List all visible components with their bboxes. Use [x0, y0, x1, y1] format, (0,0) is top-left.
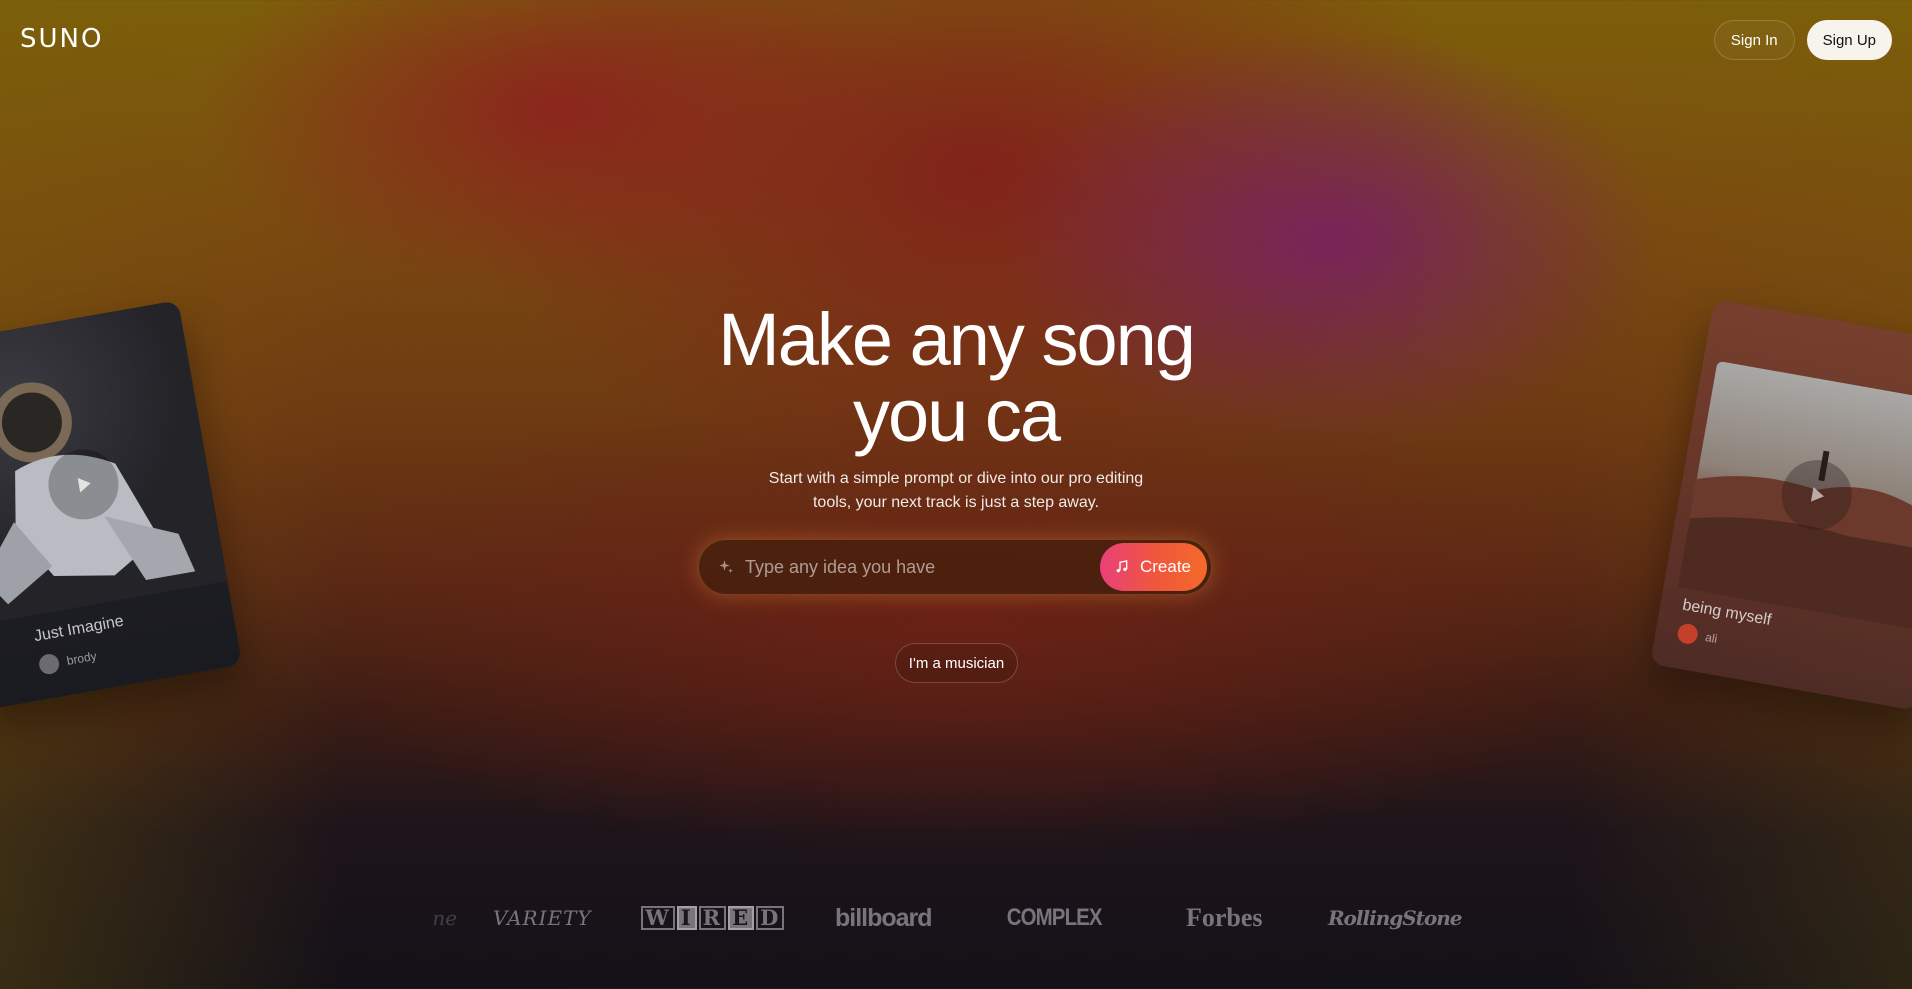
song-author: ali	[1676, 622, 1719, 649]
avatar	[1676, 622, 1700, 646]
wired-letter: W	[641, 906, 675, 930]
musician-button[interactable]: I'm a musician	[895, 643, 1018, 683]
press-logo-rollingstone: RollingStone	[1327, 906, 1463, 930]
press-logo-partial: ne	[432, 906, 458, 930]
hero-subtitle: Start with a simple prompt or dive into …	[768, 470, 1144, 511]
music-note-icon	[1116, 560, 1128, 573]
sign-up-button[interactable]: Sign Up	[1806, 20, 1892, 60]
author-name: ali	[1704, 630, 1719, 646]
wired-letter: I	[676, 906, 697, 930]
headline-line-1: Make any song	[718, 298, 1196, 381]
press-logos: ne VARIETY WIRED billboard COMPLEX Forbe…	[380, 898, 1480, 938]
press-logo-forbes: Forbes	[1185, 903, 1263, 932]
auth-buttons: Sign In Sign Up	[1713, 20, 1892, 60]
headline-line-2: you ca	[852, 374, 1061, 457]
sparkle-icon	[719, 560, 733, 573]
press-logo-wired: WIRED	[628, 898, 798, 938]
song-title: Just Imagine	[32, 612, 125, 646]
author-name: brody	[65, 648, 98, 668]
press-logo-billboard: billboard	[834, 903, 933, 932]
suno-logo[interactable]: SUNO	[20, 24, 103, 54]
press-logo-complex: COMPLEX	[1006, 904, 1102, 931]
avatar	[37, 652, 61, 676]
hero-headline: Make any song you ca	[0, 302, 1912, 454]
wired-letter: D	[756, 906, 785, 930]
song-idea-input[interactable]	[735, 540, 1100, 594]
create-label: Create	[1139, 557, 1191, 576]
sign-in-button[interactable]: Sign In	[1713, 20, 1795, 60]
song-author: brody	[37, 646, 99, 676]
press-logo-variety: VARIETY	[492, 906, 592, 930]
wired-letter: E	[728, 906, 755, 930]
song-prompt-bar: Create	[698, 539, 1212, 595]
create-button[interactable]: Create	[1099, 543, 1207, 591]
wired-letter: R	[698, 906, 727, 930]
hero-section: Make any song you ca Start with a simple…	[0, 302, 1912, 515]
